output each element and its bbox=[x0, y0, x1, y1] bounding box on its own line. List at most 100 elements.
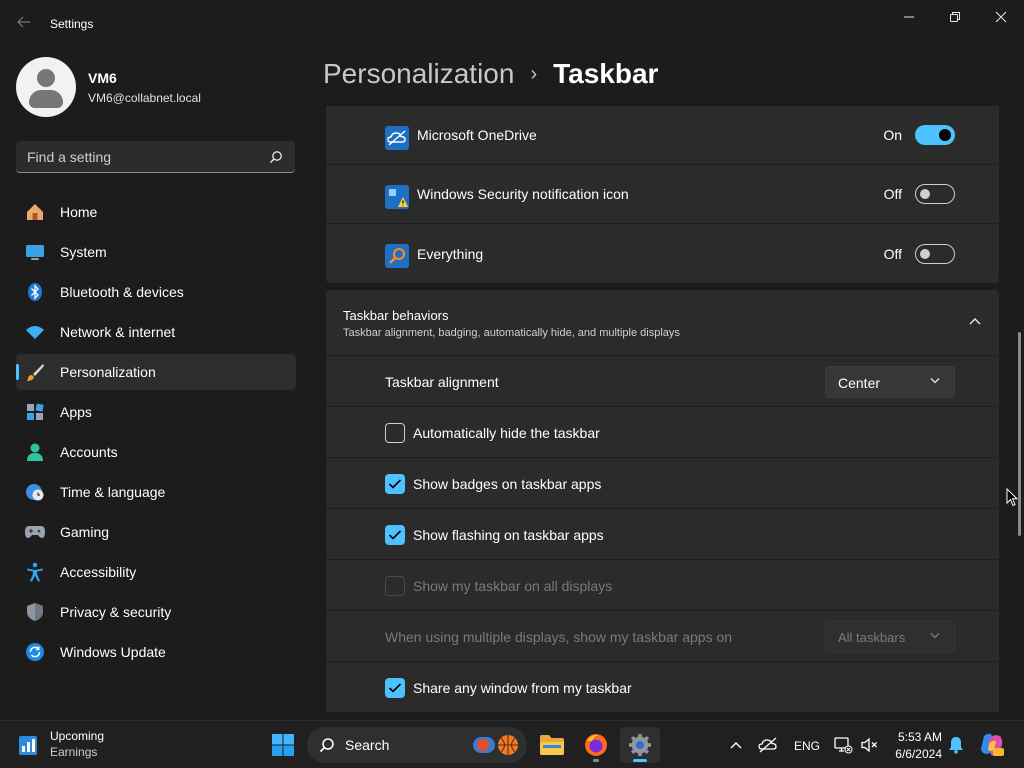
taskbar-alignment-dropdown[interactable]: Center bbox=[825, 366, 955, 398]
taskbar: Upcoming Earnings Search ENG 5:53 AM 6/6… bbox=[0, 720, 1024, 768]
chevron-up-icon[interactable] bbox=[969, 317, 981, 325]
breadcrumb: Personalization › Taskbar bbox=[323, 58, 658, 90]
mouse-cursor-icon bbox=[1006, 488, 1018, 507]
taskbar-behaviors-section: Taskbar behaviors Taskbar alignment, bad… bbox=[326, 290, 999, 713]
taskbar-search-label: Search bbox=[345, 737, 390, 753]
sidebar-item-system[interactable]: System bbox=[16, 234, 296, 270]
search-highlight-basketball-icon bbox=[473, 735, 518, 755]
taskbar-alignment-row: Taskbar alignment Center bbox=[326, 356, 999, 407]
arrow-left-icon bbox=[17, 16, 30, 28]
apps-icon bbox=[24, 401, 46, 423]
flashing-checkbox[interactable] bbox=[385, 525, 405, 545]
share-window-checkbox[interactable] bbox=[385, 678, 405, 698]
wifi-icon bbox=[24, 321, 46, 343]
checkmark-icon bbox=[388, 530, 402, 540]
avatar bbox=[16, 57, 76, 117]
maximize-button[interactable] bbox=[932, 6, 978, 28]
sidebar-item-apps[interactable]: Apps bbox=[16, 394, 296, 430]
firefox-button[interactable] bbox=[576, 727, 616, 763]
taskbar-clock[interactable]: 5:53 AM 6/6/2024 bbox=[892, 730, 942, 761]
folder-icon bbox=[540, 735, 564, 755]
minimize-icon bbox=[904, 16, 914, 18]
user-profile[interactable]: VM6 VM6@collabnet.local bbox=[16, 57, 201, 117]
windows-security-toggle[interactable] bbox=[915, 184, 955, 204]
update-icon bbox=[24, 641, 46, 663]
copilot-button[interactable] bbox=[972, 727, 1012, 763]
widgets-button[interactable]: Upcoming Earnings bbox=[18, 729, 104, 759]
start-button[interactable] bbox=[263, 727, 303, 763]
all-displays-checkbox[interactable] bbox=[385, 576, 405, 596]
chevron-down-icon bbox=[930, 378, 940, 384]
sidebar-item-network[interactable]: Network & internet bbox=[16, 314, 296, 350]
profile-name: VM6 bbox=[88, 69, 117, 86]
breadcrumb-parent[interactable]: Personalization bbox=[323, 58, 514, 90]
badges-checkbox[interactable] bbox=[385, 474, 405, 494]
search-icon bbox=[319, 738, 334, 753]
file-explorer-button[interactable] bbox=[532, 727, 572, 763]
dropdown-value: Center bbox=[838, 375, 881, 391]
sidebar-item-time-language[interactable]: Time & language bbox=[16, 474, 296, 510]
taskbar-alignment-label: Taskbar alignment bbox=[385, 374, 499, 390]
accessibility-icon bbox=[24, 561, 46, 583]
share-window-label[interactable]: Share any window from my taskbar bbox=[413, 680, 632, 696]
settings-app-button[interactable] bbox=[620, 727, 660, 763]
sidebar-item-accounts[interactable]: Accounts bbox=[16, 434, 296, 470]
active-indicator bbox=[633, 759, 647, 762]
onedrive-toggle[interactable] bbox=[915, 125, 955, 145]
search-input[interactable] bbox=[16, 141, 266, 172]
input-language-indicator[interactable]: ENG bbox=[794, 739, 820, 753]
sidebar-nav: Home System Bluetooth & devices Network … bbox=[16, 194, 296, 674]
breadcrumb-separator: › bbox=[530, 62, 538, 85]
flashing-row: Show flashing on taskbar apps bbox=[326, 509, 999, 560]
badges-label[interactable]: Show badges on taskbar apps bbox=[413, 476, 601, 492]
volume-tray-button[interactable] bbox=[853, 727, 885, 763]
close-button[interactable] bbox=[978, 6, 1024, 28]
checkmark-icon bbox=[388, 683, 402, 693]
sidebar-item-gaming[interactable]: Gaming bbox=[16, 514, 296, 550]
windows-logo-icon bbox=[272, 734, 294, 756]
copilot-icon bbox=[981, 733, 1004, 756]
profile-email: VM6@collabnet.local bbox=[88, 90, 201, 105]
section-subtitle: Taskbar alignment, badging, automaticall… bbox=[343, 327, 680, 339]
notifications-button[interactable] bbox=[938, 727, 974, 763]
sidebar-item-windows-update[interactable]: Windows Update bbox=[16, 634, 296, 670]
gear-icon bbox=[629, 734, 651, 756]
taskbar-behaviors-header[interactable]: Taskbar behaviors Taskbar alignment, bad… bbox=[326, 290, 999, 356]
share-window-row: Share any window from my taskbar bbox=[326, 662, 999, 713]
tray-icons-list: Microsoft OneDrive On Windows Security n… bbox=[326, 106, 999, 283]
onedrive-tray-button[interactable] bbox=[748, 727, 788, 763]
everything-toggle[interactable] bbox=[915, 243, 955, 264]
page-title: Taskbar bbox=[553, 58, 659, 89]
auto-hide-checkbox[interactable] bbox=[385, 423, 405, 443]
search-box bbox=[16, 141, 295, 173]
search-icon[interactable] bbox=[269, 150, 283, 164]
back-button[interactable] bbox=[10, 12, 38, 36]
flashing-label[interactable]: Show flashing on taskbar apps bbox=[413, 527, 604, 543]
app-title: Settings bbox=[50, 17, 94, 31]
multi-display-dropdown[interactable]: All taskbars bbox=[825, 621, 955, 653]
dropdown-value: All taskbars bbox=[838, 630, 906, 645]
home-icon bbox=[24, 201, 46, 223]
network-disconnected-icon bbox=[834, 737, 853, 754]
auto-hide-label[interactable]: Automatically hide the taskbar bbox=[413, 425, 600, 441]
auto-hide-row: Automatically hide the taskbar bbox=[326, 407, 999, 458]
sidebar-item-accessibility[interactable]: Accessibility bbox=[16, 554, 296, 590]
settings-content: Microsoft OneDrive On Windows Security n… bbox=[326, 106, 999, 718]
chevron-down-icon bbox=[930, 633, 940, 639]
clock-time: 5:53 AM bbox=[897, 730, 942, 744]
everything-search-icon bbox=[385, 244, 409, 268]
sidebar-item-privacy-security[interactable]: Privacy & security bbox=[16, 594, 296, 630]
bluetooth-icon bbox=[24, 281, 46, 303]
tray-icon-row-everything: Everything Off bbox=[326, 224, 999, 283]
sidebar-item-bluetooth[interactable]: Bluetooth & devices bbox=[16, 274, 296, 310]
toggle-state-text: Off bbox=[883, 186, 902, 202]
tray-icon-row-onedrive: Microsoft OneDrive On bbox=[326, 106, 999, 165]
minimize-button[interactable] bbox=[886, 6, 932, 28]
taskbar-search[interactable]: Search bbox=[307, 727, 527, 763]
widget-title: Upcoming bbox=[50, 729, 105, 743]
globe-clock-icon bbox=[24, 481, 46, 503]
sidebar-item-personalization[interactable]: Personalization bbox=[16, 354, 296, 390]
content-scrollbar[interactable] bbox=[1018, 332, 1021, 536]
sidebar-item-home[interactable]: Home bbox=[16, 194, 296, 230]
widget-subtitle: Earnings bbox=[50, 745, 98, 759]
